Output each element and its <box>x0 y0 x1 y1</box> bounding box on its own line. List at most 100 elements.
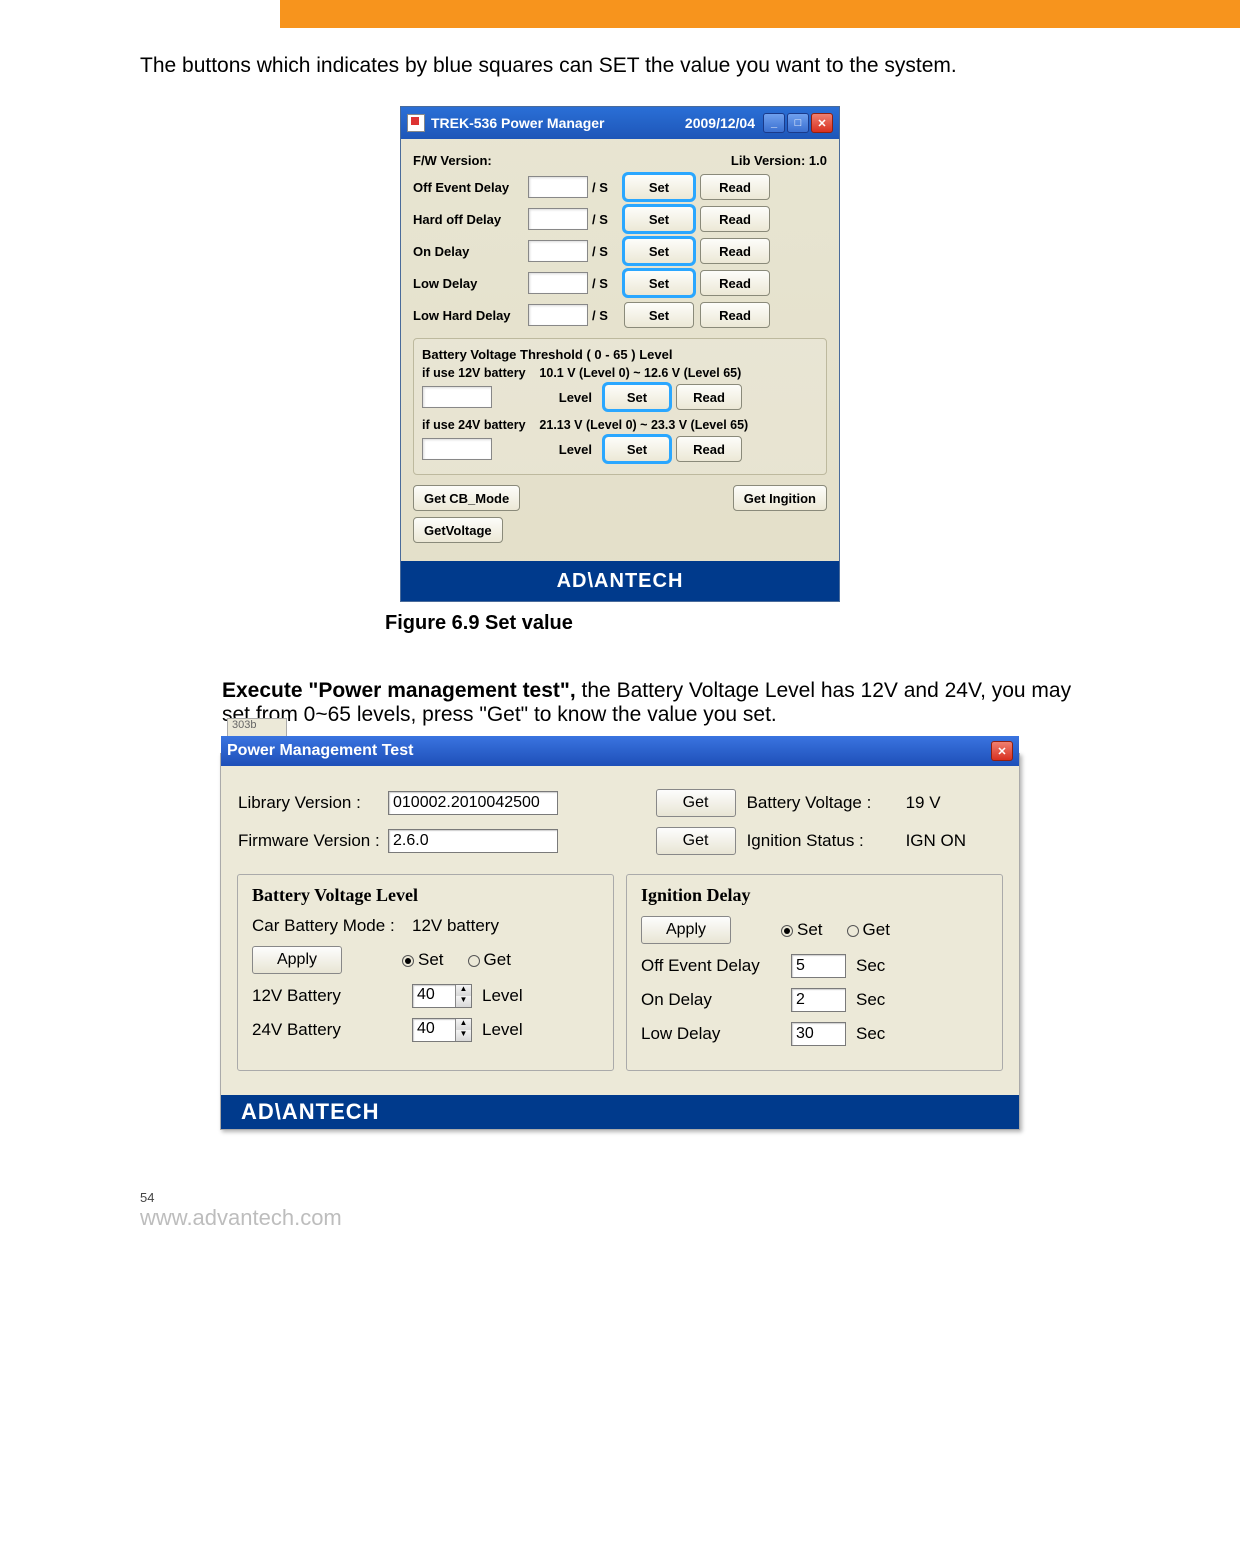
battery-voltage-value: 19 V <box>896 788 1003 818</box>
row-on-delay: On Delay / S Set Read <box>413 238 827 264</box>
radio-set[interactable] <box>402 955 414 967</box>
figure-2-window: 303b Power Management Test ✕ Library Ver… <box>220 753 1020 1130</box>
on-delay-label: On Delay <box>641 990 791 1010</box>
page-number: 54 <box>140 1190 1240 1205</box>
row-label: On Delay <box>413 244 528 259</box>
get-cb-mode-button[interactable]: Get CB_Mode <box>413 485 520 511</box>
row-label: Low Delay <box>413 276 528 291</box>
row-off-event-delay: Off Event Delay / S Set Read <box>413 174 827 200</box>
unit: / S <box>592 212 618 227</box>
read-button[interactable]: Read <box>676 436 742 462</box>
ignition-status-label: Ignition Status : <box>746 826 896 856</box>
ignition-status-value: IGN ON <box>896 826 1003 856</box>
g24-range: 21.13 V (Level 0) ~ 23.3 V (Level 65) <box>539 418 748 432</box>
b12-label: 12V Battery <box>252 986 412 1006</box>
firmware-version-input[interactable]: 2.6.0 <box>388 829 558 853</box>
unit: / S <box>592 276 618 291</box>
unit-level: Level <box>482 1020 523 1040</box>
battery-threshold-group: Battery Voltage Threshold ( 0 - 65 ) Lev… <box>413 338 827 475</box>
advantech-logo: AD\ANTECH <box>221 1095 1019 1129</box>
get-button[interactable]: Get <box>656 789 736 817</box>
g12-range: 10.1 V (Level 0) ~ 12.6 V (Level 65) <box>539 366 741 380</box>
row-label: Off Event Delay <box>413 180 528 195</box>
row-label: Hard off Delay <box>413 212 528 227</box>
delay-input[interactable] <box>528 240 588 262</box>
set-button[interactable]: Set <box>624 270 694 296</box>
radio-set-label: Set <box>797 920 823 940</box>
read-button[interactable]: Read <box>700 270 770 296</box>
radio-get-label: Get <box>863 920 890 940</box>
minimize-button[interactable]: _ <box>763 113 785 133</box>
set-button[interactable]: Set <box>624 238 694 264</box>
delay-input[interactable] <box>528 272 588 294</box>
set-button[interactable]: Set <box>624 206 694 232</box>
set-button[interactable]: Set <box>624 174 694 200</box>
level-input-12v[interactable] <box>422 386 492 408</box>
spin-down-icon[interactable]: ▼ <box>455 996 471 1007</box>
radio-get[interactable] <box>468 955 480 967</box>
panel-title: Battery Voltage Level <box>252 885 599 906</box>
apply-button[interactable]: Apply <box>641 916 731 944</box>
radio-set[interactable] <box>781 925 793 937</box>
window-title: TREK-536 Power Manager <box>431 115 685 131</box>
apply-button[interactable]: Apply <box>252 946 342 974</box>
g12-label: if use 12V battery <box>422 366 526 380</box>
maximize-button[interactable]: □ <box>787 113 809 133</box>
unit: / S <box>592 308 618 323</box>
level-input-24v[interactable] <box>422 438 492 460</box>
set-button[interactable]: Set <box>604 384 670 410</box>
row-hard-off-delay: Hard off Delay / S Set Read <box>413 206 827 232</box>
row-low-hard-delay: Low Hard Delay / S Set Read <box>413 302 827 328</box>
level-label: Level <box>492 442 592 457</box>
unit-level: Level <box>482 986 523 1006</box>
read-button[interactable]: Read <box>700 174 770 200</box>
get-voltage-button[interactable]: GetVoltage <box>413 517 503 543</box>
close-button[interactable]: ✕ <box>811 113 833 133</box>
battery-voltage-level-panel: Battery Voltage Level Car Battery Mode :… <box>237 874 614 1071</box>
delay-input[interactable] <box>528 208 588 230</box>
ignition-delay-panel: Ignition Delay Apply Set Get Off Event D… <box>626 874 1003 1071</box>
radio-get-label: Get <box>484 950 511 970</box>
unit-sec: Sec <box>856 956 885 976</box>
intro-text: The buttons which indicates by blue squa… <box>140 54 1100 78</box>
titlebar-2: Power Management Test ✕ <box>221 736 1019 766</box>
b12-spinbox[interactable]: 40▲▼ <box>412 984 472 1008</box>
b24-label: 24V Battery <box>252 1020 412 1040</box>
level-label: Level <box>492 390 592 405</box>
close-button[interactable]: ✕ <box>991 741 1013 761</box>
lib-version-label: Lib Version: 1.0 <box>731 153 827 168</box>
titlebar: TREK-536 Power Manager 2009/12/04 _ □ ✕ <box>401 107 839 139</box>
paragraph-2: Execute "Power management test", the Bat… <box>222 679 1100 727</box>
radio-get[interactable] <box>847 925 859 937</box>
read-button[interactable]: Read <box>700 206 770 232</box>
unit-sec: Sec <box>856 990 885 1010</box>
library-version-label: Library Version : <box>237 788 387 818</box>
on-delay-input[interactable]: 2 <box>791 988 846 1012</box>
radio-set-label: Set <box>418 950 444 970</box>
car-battery-mode-value: 12V battery <box>412 916 499 936</box>
window-date: 2009/12/04 <box>685 115 755 131</box>
unit: / S <box>592 244 618 259</box>
fw-version-label: F/W Version: <box>413 153 528 168</box>
b12-value: 40 <box>413 985 455 1007</box>
set-button[interactable]: Set <box>604 436 670 462</box>
figure-1-window: TREK-536 Power Manager 2009/12/04 _ □ ✕ … <box>400 106 840 602</box>
library-version-input[interactable]: 010002.2010042500 <box>388 791 558 815</box>
read-button[interactable]: Read <box>700 238 770 264</box>
read-button[interactable]: Read <box>676 384 742 410</box>
get-ignition-button[interactable]: Get Ingition <box>733 485 827 511</box>
para2-bold: Execute "Power management test", <box>222 679 576 702</box>
delay-input[interactable] <box>528 304 588 326</box>
spin-down-icon[interactable]: ▼ <box>455 1030 471 1041</box>
battery-voltage-label: Battery Voltage : <box>746 788 896 818</box>
group-title: Battery Voltage Threshold ( 0 - 65 ) Lev… <box>422 347 818 362</box>
unit-sec: Sec <box>856 1024 885 1044</box>
b24-spinbox[interactable]: 40▲▼ <box>412 1018 472 1042</box>
delay-input[interactable] <box>528 176 588 198</box>
get-button[interactable]: Get <box>656 827 736 855</box>
low-delay-input[interactable]: 30 <box>791 1022 846 1046</box>
set-button[interactable]: Set <box>624 302 694 328</box>
top-white-tab <box>0 0 280 28</box>
off-event-delay-input[interactable]: 5 <box>791 954 846 978</box>
read-button[interactable]: Read <box>700 302 770 328</box>
